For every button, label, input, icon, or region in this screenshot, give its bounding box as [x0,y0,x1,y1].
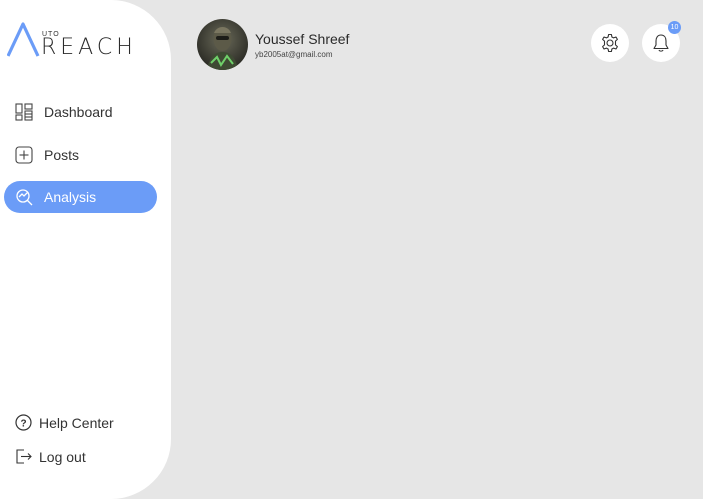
logout-icon [15,448,32,465]
logout-link[interactable]: Log out [15,448,86,465]
sidebar: UTO REACH Dashboard Posts Analysis ? Hel… [0,0,171,499]
user-name: Youssef Shreef [255,30,350,47]
dashboard-icon [15,103,33,121]
sidebar-item-label: Posts [44,147,80,163]
gear-icon [600,33,620,53]
avatar[interactable] [197,19,248,70]
sidebar-item-posts[interactable]: Posts [4,139,157,171]
plus-square-icon [15,146,33,164]
logo-a-mark [7,22,40,57]
user-info: Youssef Shreef yb2005at@gmail.com [255,31,349,59]
help-center-label: Help Center [39,414,114,431]
sidebar-item-analysis[interactable]: Analysis [4,181,157,213]
sidebar-item-label: Dashboard [44,104,113,120]
svg-text:?: ? [20,418,26,429]
notification-count-badge: 10 [668,21,681,34]
logo-text: REACH [41,35,137,60]
user-profile[interactable]: Youssef Shreef yb2005at@gmail.com [197,19,349,70]
bell-icon [651,33,671,53]
help-center-link[interactable]: ? Help Center [15,414,114,431]
settings-button[interactable] [591,24,629,62]
help-icon: ? [15,414,32,431]
analysis-icon [15,188,33,206]
user-email: yb2005at@gmail.com [255,49,333,59]
logout-label: Log out [39,448,86,465]
sidebar-item-label: Analysis [44,189,97,205]
brand-logo[interactable]: UTO REACH [7,22,137,62]
sidebar-item-dashboard[interactable]: Dashboard [4,96,157,128]
